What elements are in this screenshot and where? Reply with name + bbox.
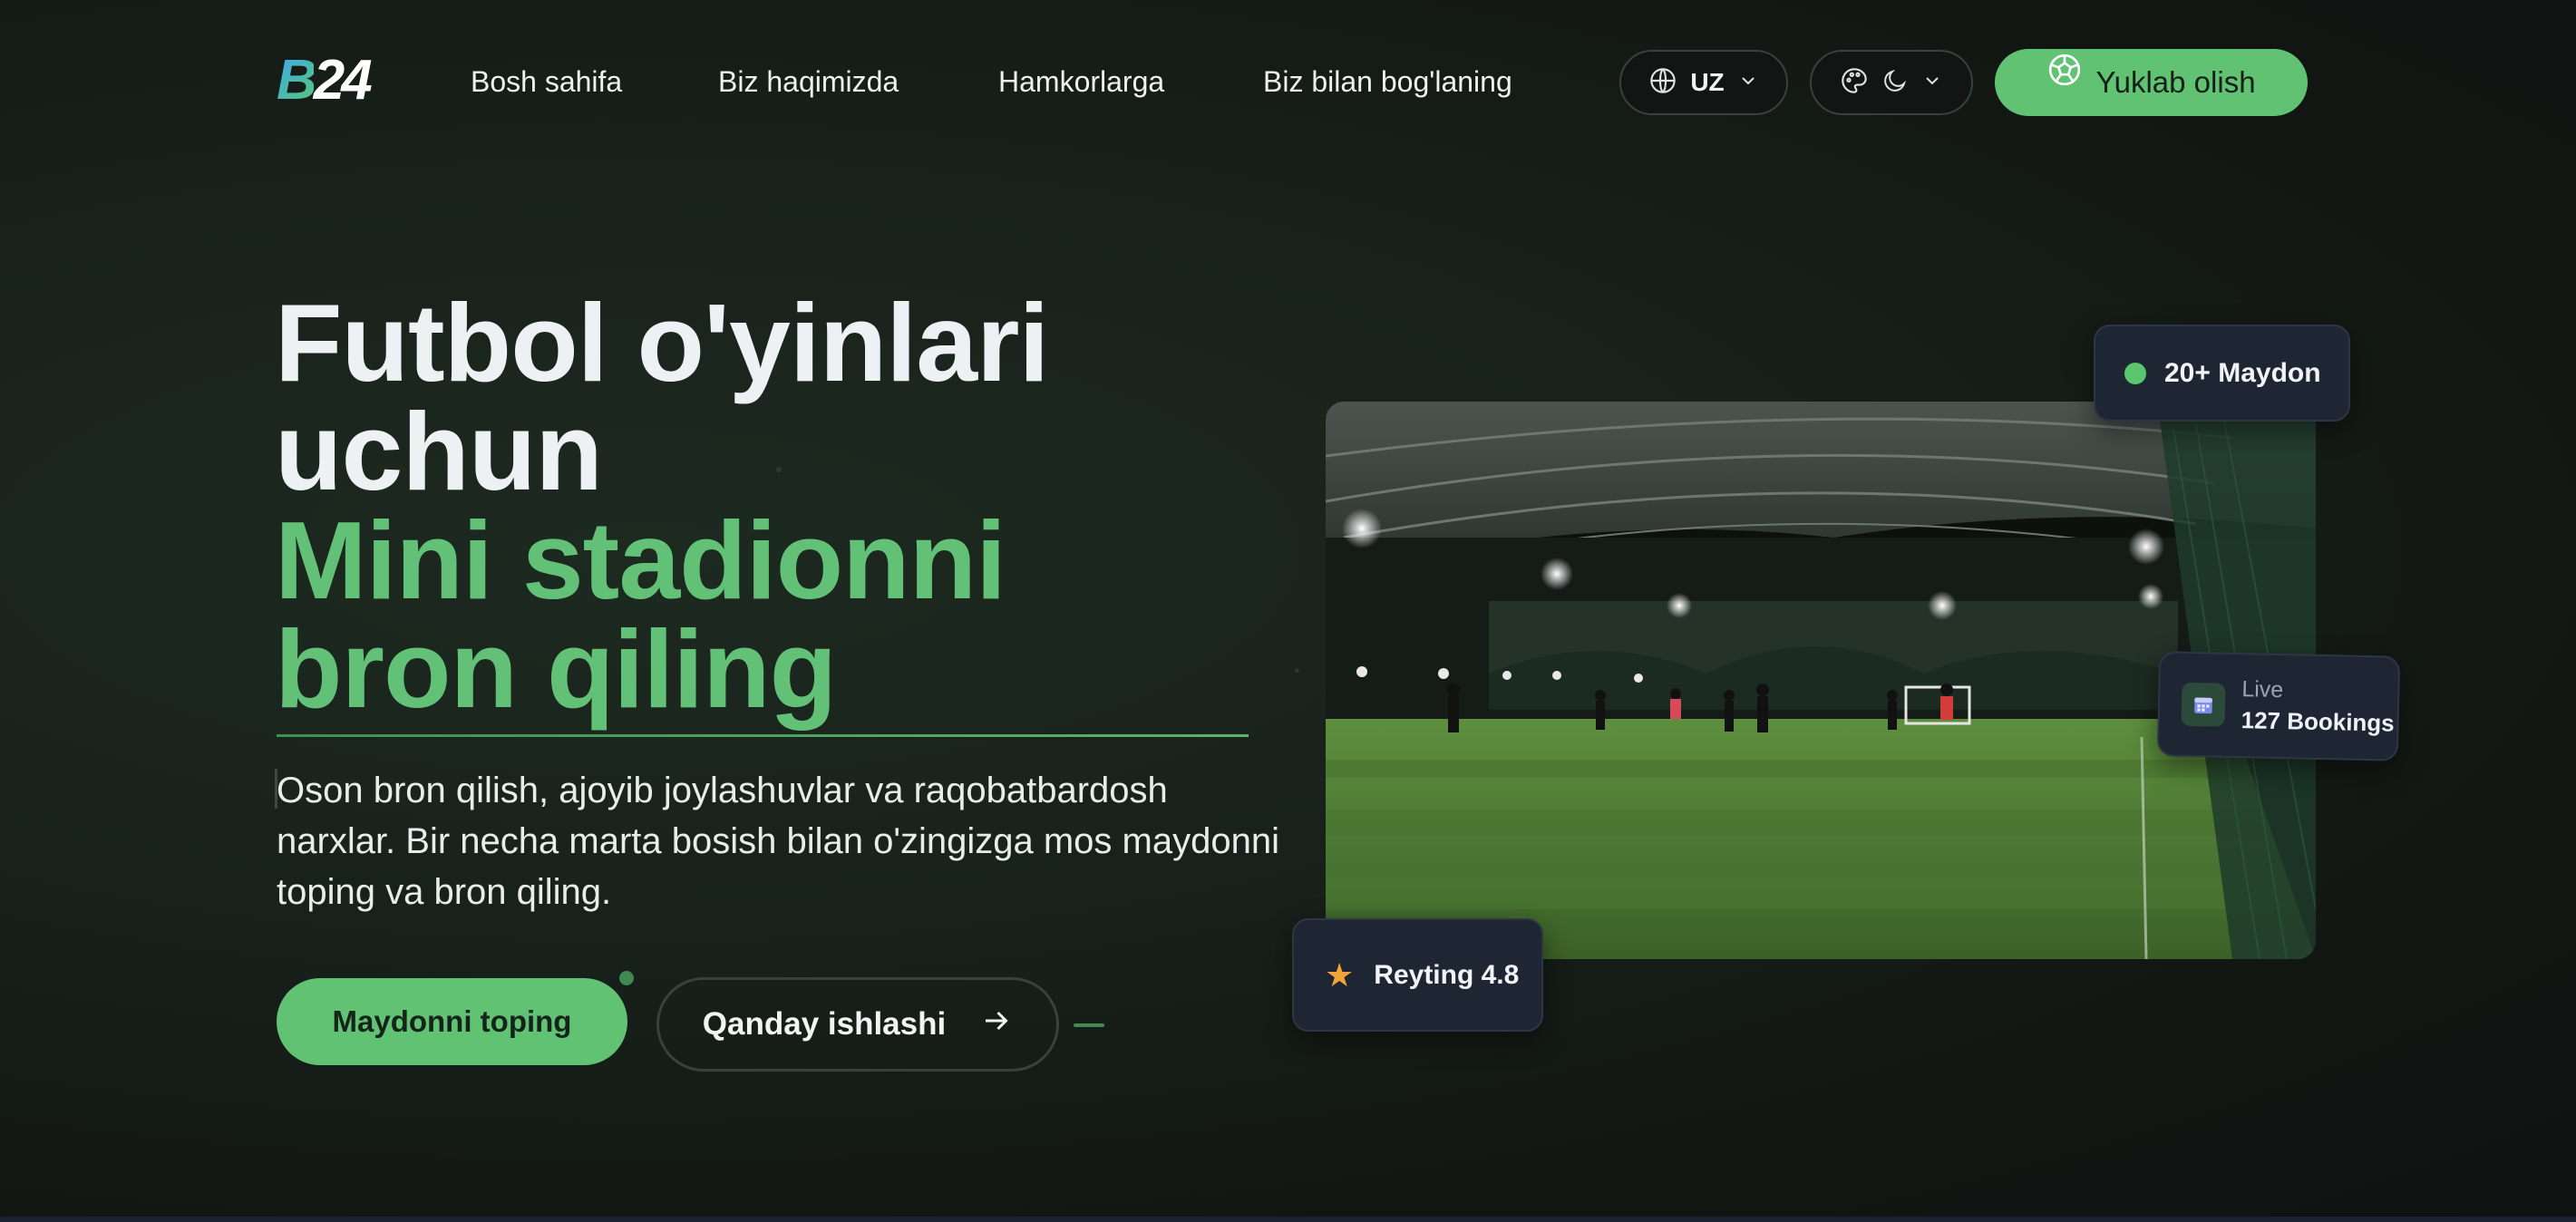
fields-count-card: 20+ Maydon — [2094, 325, 2350, 422]
hero-title-line: uchun — [275, 390, 603, 513]
language-selector[interactable]: UZ — [1619, 50, 1788, 115]
globe-icon — [1648, 66, 1677, 100]
fields-count-label: 20+ Maydon — [2164, 357, 2321, 388]
decorative-dot — [619, 971, 634, 985]
soccer-ball-icon — [2046, 53, 2083, 104]
bottom-strip — [0, 1217, 2576, 1222]
chevron-down-icon — [1921, 70, 1943, 96]
decorative-dot — [1295, 668, 1299, 673]
nav-link-about[interactable]: Biz haqimizda — [718, 63, 899, 100]
nav-link-partners[interactable]: Hamkorlarga — [998, 63, 1164, 100]
decorative-dash — [1074, 1023, 1104, 1027]
nav-link-home[interactable]: Bosh sahifa — [471, 63, 622, 100]
hero-title: Futbol o'yinlari uchun Mini stadionni br… — [275, 281, 1272, 731]
palette-icon — [1840, 66, 1869, 100]
bookings-count: 127 Bookings — [2241, 706, 2396, 737]
hero-title-line: Futbol o'yinlari — [275, 281, 1049, 404]
how-it-works-button[interactable]: Qanday ishlashi — [656, 977, 1059, 1072]
arrow-right-icon — [980, 1004, 1013, 1045]
logo[interactable]: B24 — [277, 53, 373, 109]
nav-link-contact[interactable]: Biz bilan bog'laning — [1263, 63, 1512, 100]
star-icon: ★ — [1325, 955, 1355, 994]
logo-number: 24 — [313, 49, 373, 112]
rating-label: Reyting 4.8 — [1374, 959, 1520, 990]
live-bookings-card: Live 127 Bookings — [2156, 651, 2401, 761]
chevron-down-icon — [1737, 70, 1759, 96]
download-label: Yuklab olish — [2095, 65, 2256, 99]
hero-title-highlight: Mini stadionni — [275, 499, 1006, 622]
calendar-icon — [2181, 682, 2226, 727]
download-button[interactable]: Yuklab olish — [1995, 49, 2308, 116]
language-code: UZ — [1690, 68, 1725, 96]
theme-selector[interactable] — [1810, 50, 1973, 115]
live-label: Live — [2241, 676, 2284, 703]
hero-description: Oson bron qilish, ajoyib joylashuvlar va… — [277, 771, 1279, 912]
how-it-works-label: Qanday ishlashi — [702, 1006, 947, 1042]
status-dot — [2124, 362, 2146, 384]
find-field-button[interactable]: Maydonni toping — [277, 978, 627, 1065]
title-underline — [277, 734, 1249, 737]
moon-icon — [1881, 67, 1909, 99]
logo-letter: B — [277, 49, 317, 112]
hero-title-highlight: bron qiling — [275, 607, 837, 731]
rating-card: ★ Reyting 4.8 — [1292, 918, 1543, 1032]
